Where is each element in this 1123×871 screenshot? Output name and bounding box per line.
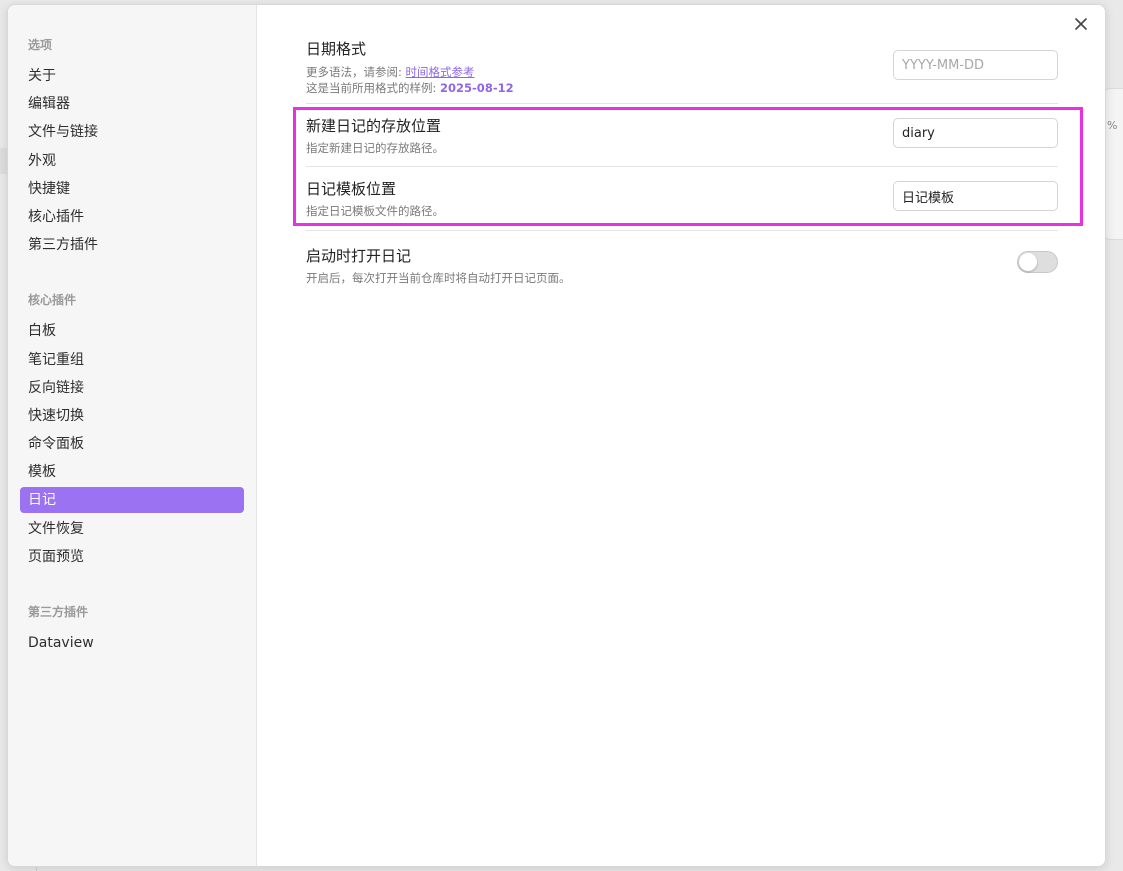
sidebar-item-hotkeys[interactable]: 快捷键 <box>20 176 244 202</box>
settings-sidebar: 选项 关于 编辑器 文件与链接 外观 快捷键 核心插件 第三方插件 核心插件 白… <box>8 5 257 866</box>
format-sample: 这是当前所用格式的样例: 2025-08-12 <box>306 80 1058 96</box>
setting-new-file-location: 新建日记的存放位置 指定新建日记的存放路径。 <box>306 104 1058 167</box>
sidebar-item-core-plugins[interactable]: 核心插件 <box>20 204 244 230</box>
sidebar-item-note-composer[interactable]: 笔记重组 <box>20 347 244 373</box>
sample-value: 2025-08-12 <box>440 81 514 95</box>
sidebar-item-canvas[interactable]: 白板 <box>20 318 244 344</box>
new-file-location-input[interactable] <box>893 118 1058 148</box>
settings-modal: 选项 关于 编辑器 文件与链接 外观 快捷键 核心插件 第三方插件 核心插件 白… <box>7 4 1106 867</box>
format-reference-link[interactable]: 时间格式参考 <box>406 65 475 79</box>
toggle-knob <box>1019 253 1037 271</box>
sidebar-item-community-plugins[interactable]: 第三方插件 <box>20 232 244 258</box>
sidebar-item-editor[interactable]: 编辑器 <box>20 91 244 117</box>
open-on-startup-toggle[interactable] <box>1017 251 1058 273</box>
sidebar-group-title-community-plugins: 第三方插件 <box>28 605 89 619</box>
sidebar-item-backlinks[interactable]: 反向链接 <box>20 375 244 401</box>
background-card-fragment: % <box>1104 88 1123 240</box>
sidebar-item-page-preview[interactable]: 页面预览 <box>20 544 244 570</box>
sidebar-item-appearance[interactable]: 外观 <box>20 148 244 174</box>
setting-description: 开启后，每次打开当前仓库时将自动打开日记页面。 <box>306 271 571 285</box>
setting-template-location: 日记模板位置 指定日记模板文件的路径。 <box>306 167 1058 230</box>
desc-prefix: 更多语法，请参阅: <box>306 65 406 79</box>
sidebar-item-about[interactable]: 关于 <box>20 63 244 89</box>
settings-content: 日期格式 更多语法，请参阅: 时间格式参考 这是当前所用格式的样例: 2025-… <box>306 5 1058 290</box>
setting-open-on-startup: 启动时打开日记 开启后，每次打开当前仓库时将自动打开日记页面。 <box>306 230 1058 290</box>
sidebar-item-command-palette[interactable]: 命令面板 <box>20 431 244 457</box>
sidebar-item-dataview[interactable]: Dataview <box>20 630 244 656</box>
sidebar-item-file-recovery[interactable]: 文件恢复 <box>20 516 244 542</box>
setting-date-format: 日期格式 更多语法，请参阅: 时间格式参考 这是当前所用格式的样例: 2025-… <box>306 5 1058 104</box>
setting-name: 启动时打开日记 <box>306 247 412 265</box>
sidebar-item-templates[interactable]: 模板 <box>20 459 244 485</box>
sidebar-item-files-links[interactable]: 文件与链接 <box>20 119 244 145</box>
sample-prefix: 这是当前所用格式的样例: <box>306 81 441 95</box>
sidebar-group-title-core-plugins: 核心插件 <box>28 293 77 308</box>
sidebar-item-quick-switcher[interactable]: 快速切换 <box>20 403 244 429</box>
background-text-fragment: % <box>1107 119 1118 132</box>
template-location-input[interactable] <box>893 181 1058 211</box>
date-format-input[interactable] <box>893 50 1058 80</box>
close-icon[interactable] <box>1072 15 1090 33</box>
sidebar-group-title-options: 选项 <box>28 38 53 52</box>
sidebar-item-daily-notes[interactable]: 日记 <box>20 487 244 514</box>
